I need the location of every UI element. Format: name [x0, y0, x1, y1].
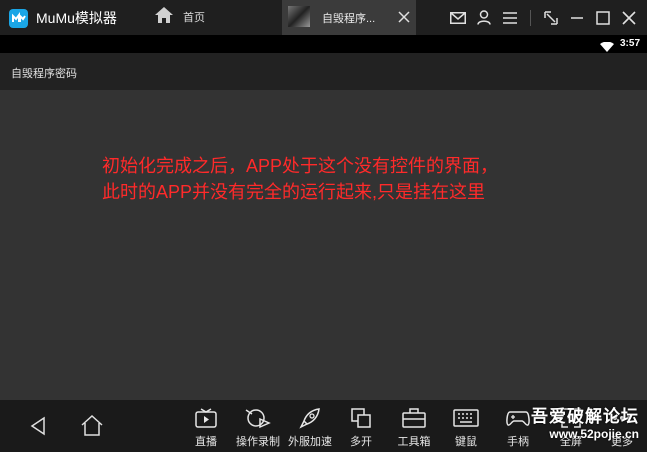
annotation-line-2: 此时的APP并没有完全的运行起来,只是挂在这里 [102, 182, 486, 202]
status-time: 3:57 [620, 38, 641, 49]
toolbox-icon [389, 406, 439, 430]
record-icon [233, 406, 283, 430]
app-title: MuMu模拟器 [36, 10, 117, 26]
app-header-title: 自毁程序密码 [11, 68, 77, 80]
multi-instance-icon [336, 406, 386, 430]
back-icon[interactable] [30, 416, 46, 441]
home-icon [154, 6, 174, 29]
tab-home[interactable]: 首页 [154, 6, 205, 28]
maximize-icon[interactable] [593, 8, 613, 28]
tab-app-label: 自毁程序... [322, 13, 376, 25]
user-icon[interactable] [474, 8, 494, 28]
tool-toolbox[interactable]: 工具箱 [389, 406, 439, 449]
annotation-line-1: 初始化完成之后，APP处于这个没有控件的界面， [102, 156, 499, 176]
tool-record[interactable]: 操作录制 [233, 406, 283, 449]
annotation-text: 初始化完成之后，APP处于这个没有控件的界面， 此时的APP并没有完全的运行起来… [102, 153, 498, 205]
watermark-line-1: 吾爱破解论坛 [531, 407, 639, 426]
minimize-icon[interactable] [567, 8, 587, 28]
app-thumbnail [288, 6, 310, 27]
tool-live-label: 直播 [195, 436, 217, 448]
app-content-area: 初始化完成之后，APP处于这个没有控件的界面， 此时的APP并没有完全的运行起来… [0, 90, 647, 400]
tab-close-icon[interactable] [398, 10, 410, 28]
tool-keyboard[interactable]: 键鼠 [441, 406, 491, 449]
tool-accelerate-label: 外服加速 [288, 436, 332, 448]
menu-icon[interactable] [500, 8, 520, 28]
window-controls [442, 0, 647, 35]
window-titlebar: MuMu模拟器 首页 自毁程序... [0, 0, 647, 35]
tool-multi-instance[interactable]: 多开 [336, 406, 386, 449]
app-header: 自毁程序密码 [0, 53, 647, 90]
keyboard-icon [441, 406, 491, 430]
tab-home-label: 首页 [183, 12, 205, 24]
mail-icon[interactable] [448, 8, 468, 28]
tool-record-label: 操作录制 [236, 436, 280, 448]
android-status-bar: 3:57 [0, 35, 647, 53]
mumu-logo-icon [9, 9, 28, 28]
titlebar-divider [530, 9, 531, 26]
pin-icon[interactable] [541, 8, 561, 28]
tool-toolbox-label: 工具箱 [397, 436, 431, 448]
watermark: 吾爱破解论坛 www.52pojie.cn [531, 400, 639, 441]
home-nav-icon[interactable] [80, 414, 104, 441]
tab-app[interactable]: 自毁程序... [282, 0, 416, 35]
live-icon [181, 406, 231, 430]
tool-keyboard-label: 键鼠 [455, 436, 477, 448]
tool-multi-instance-label: 多开 [350, 436, 372, 448]
rocket-icon [285, 406, 335, 430]
watermark-line-2: www.52pojie.cn [549, 427, 639, 441]
tool-accelerate[interactable]: 外服加速 [285, 406, 335, 449]
close-icon[interactable] [619, 8, 639, 28]
tool-live[interactable]: 直播 [181, 406, 231, 449]
